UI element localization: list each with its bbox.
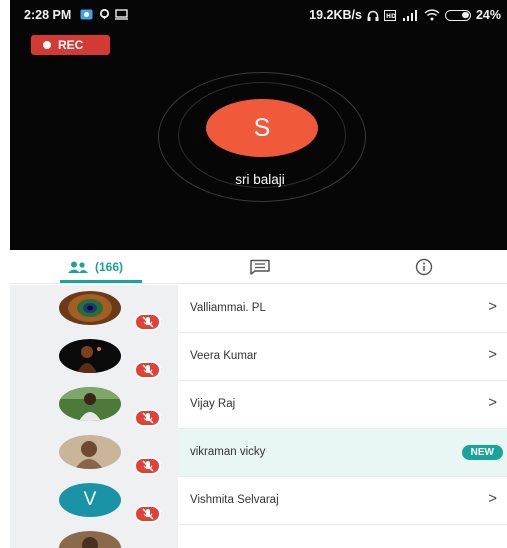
participant-row[interactable]: Vijay Raj > [10, 381, 507, 429]
chevron-right-icon[interactable]: > [488, 394, 497, 411]
rec-button[interactable]: REC [31, 35, 110, 55]
new-badge: NEW [461, 445, 503, 460]
man-outdoor-photo [59, 387, 121, 421]
headphones-icon [367, 10, 379, 21]
participant-name: Veera Kumar [190, 350, 258, 362]
svg-text:HD: HD [386, 13, 396, 20]
tab-bar: (166) [10, 250, 507, 284]
participant-row-body: vikraman vicky NEW [178, 429, 507, 477]
participant-row-body: Vijay Raj > [178, 381, 507, 429]
participant-avatar [59, 339, 121, 373]
dark-silhouette-photo [59, 339, 121, 373]
volte-icon: HD [383, 9, 396, 21]
participant-row-body: Veera Kumar > [178, 333, 507, 381]
vpn-icon [80, 9, 93, 20]
partial-photo [59, 531, 121, 548]
chat-icon [250, 259, 270, 275]
info-icon [415, 258, 432, 276]
app-screen: 2:28 PM 19.2KB/s HD 24% REC S sri balaji… [10, 0, 507, 548]
participant-row[interactable]: V Vishmita Selvaraj > [10, 477, 507, 525]
participant-row-body: Vishmita Selvaraj > [178, 477, 507, 525]
participants-count: (166) [94, 260, 123, 274]
battery-level: 24% [475, 8, 501, 22]
participant-name: Vijay Raj [190, 398, 236, 410]
tab-info[interactable] [340, 250, 507, 284]
active-tab-indicator [60, 280, 142, 283]
peacock-feather-photo [59, 291, 121, 325]
rec-label: REC [58, 38, 84, 52]
status-bar: 2:28 PM 19.2KB/s HD 24% [10, 0, 507, 26]
participant-name: vikraman vicky [190, 446, 266, 458]
participant-row[interactable]: vikraman vicky NEW [10, 429, 507, 477]
mic-muted-icon [134, 361, 161, 379]
participant-avatar [59, 531, 121, 548]
participant-row[interactable] [10, 525, 507, 548]
participant-avatar [59, 435, 121, 469]
cast-icon [115, 9, 128, 20]
mic-muted-icon [134, 313, 161, 331]
chevron-right-icon[interactable]: > [488, 490, 497, 507]
sepia-portrait-photo [59, 435, 121, 469]
participant-row[interactable]: Veera Kumar > [10, 333, 507, 381]
signal-icon [402, 9, 417, 21]
battery-icon [444, 9, 471, 21]
chevron-right-icon[interactable]: > [488, 346, 497, 363]
people-icon [67, 261, 88, 273]
participant-list: Valliammai. PL > Veera Kumar > Vijay Raj… [10, 285, 507, 548]
location-icon [99, 9, 110, 20]
active-speaker-avatar: S [206, 99, 318, 157]
participant-row-body: Valliammai. PL > [178, 285, 507, 333]
participant-initial: V [83, 489, 97, 510]
chevron-right-icon[interactable]: > [488, 298, 497, 315]
participant-avatar [59, 291, 121, 325]
call-view: 2:28 PM 19.2KB/s HD 24% REC S sri balaji [10, 0, 507, 250]
participant-row[interactable]: Valliammai. PL > [10, 285, 507, 333]
status-time: 2:28 PM [24, 8, 72, 22]
mic-muted-icon [134, 505, 161, 523]
participant-name: Vishmita Selvaraj [190, 494, 279, 506]
record-dot-icon [43, 41, 51, 49]
status-right: 19.2KB/s HD 24% [309, 8, 501, 22]
participant-avatar [59, 387, 121, 421]
participant-avatar: V [59, 483, 121, 517]
wifi-icon [424, 9, 440, 21]
mic-muted-icon [134, 457, 161, 475]
mic-muted-icon [134, 409, 161, 427]
active-speaker-name: sri balaji [235, 172, 285, 187]
tab-participants[interactable]: (166) [10, 250, 180, 284]
network-speed: 19.2KB/s [309, 8, 362, 22]
participant-name: Valliammai. PL [190, 302, 266, 314]
speaker-initial: S [253, 113, 271, 142]
tab-chat[interactable] [180, 250, 340, 284]
